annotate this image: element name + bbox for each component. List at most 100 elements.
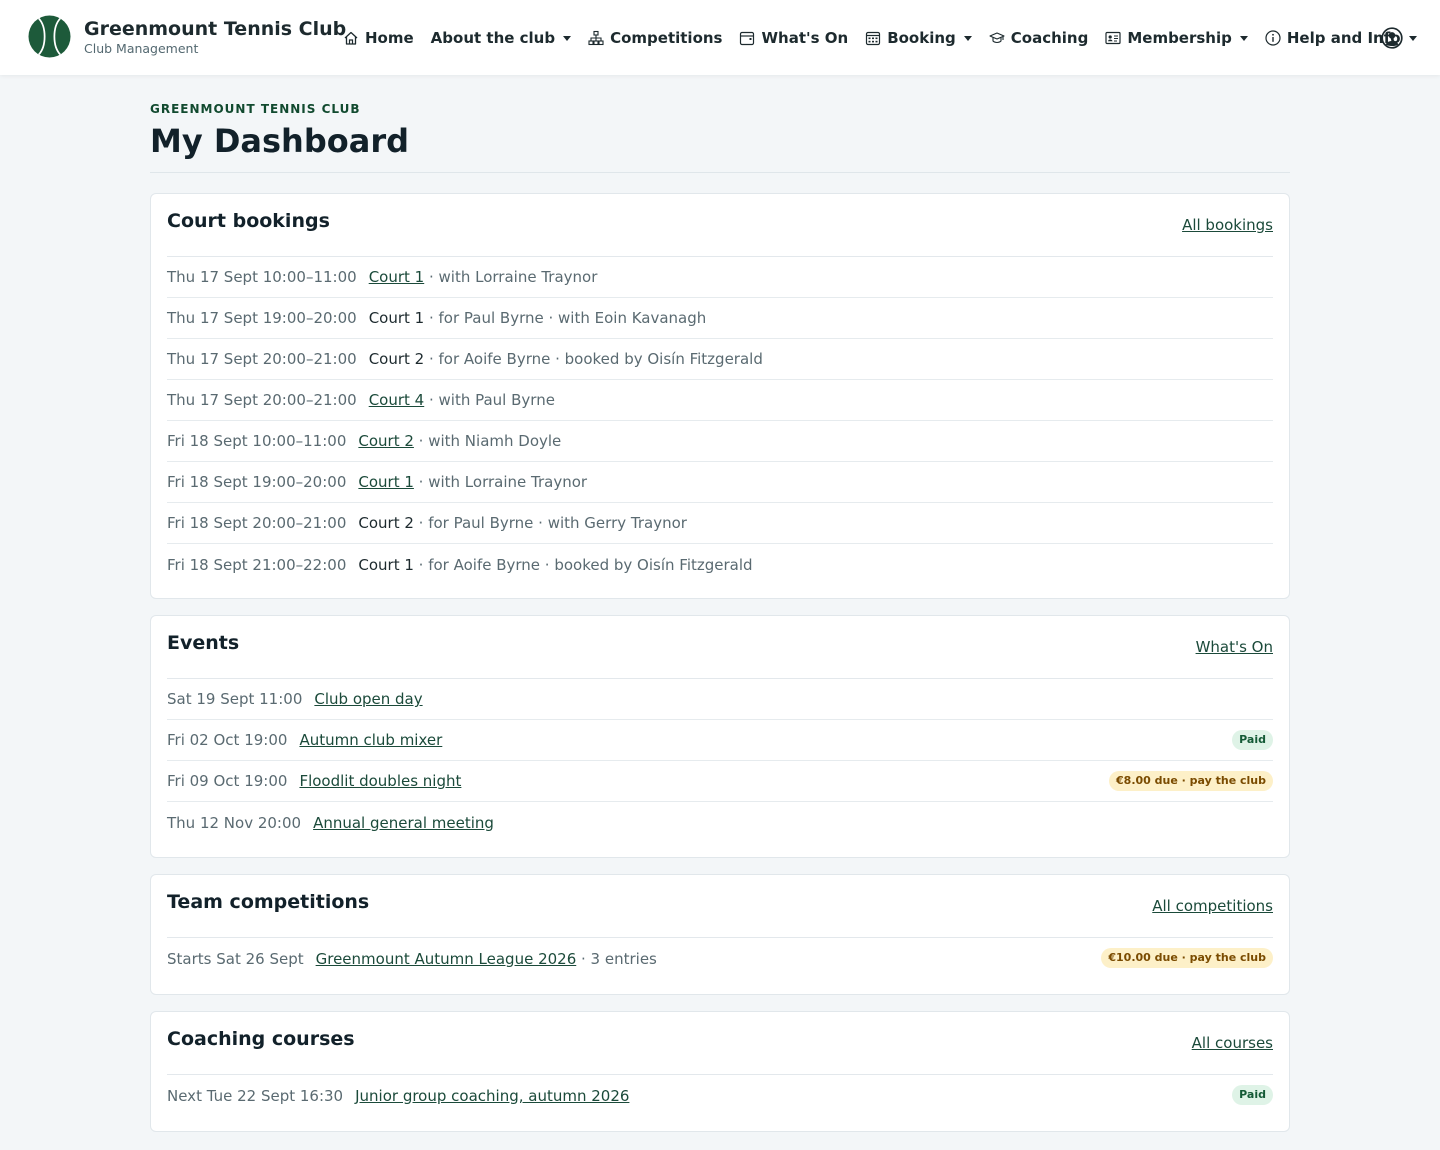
nav-booking-label: Booking xyxy=(887,29,956,47)
all-courses-link[interactable]: All courses xyxy=(1192,1034,1273,1052)
event-link[interactable]: Floodlit doubles night xyxy=(299,772,461,790)
booking-time: Thu 17 Sept 10:00–11:00 xyxy=(167,268,357,286)
competition-row-details: · 3 entries xyxy=(576,949,657,968)
booking-time: Thu 17 Sept 19:00–20:00 xyxy=(167,309,357,327)
court-name: Court 2 xyxy=(368,350,425,368)
caret-down-icon xyxy=(1408,35,1417,41)
home-icon xyxy=(344,31,358,45)
booking-details: · for Paul Byrne · with Gerry Traynor xyxy=(413,514,687,532)
nav-membership-label: Membership xyxy=(1127,29,1232,47)
court-bookings-card: Court bookings All bookings Thu 17 Sept … xyxy=(150,193,1290,599)
info-icon xyxy=(1265,30,1281,46)
events-list: Sat 19 Sept 11:00 Club open day Fri 02 Oct… xyxy=(167,679,1273,843)
booking-time: Fri 18 Sept 19:00–20:00 xyxy=(167,473,347,491)
nav-coaching-label: Coaching xyxy=(1010,29,1089,47)
event-row-time: Fri 02 Oct 19:00 xyxy=(167,731,288,749)
court-link[interactable]: Court 1 xyxy=(369,268,425,286)
booking-time: Thu 17 Sept 20:00–21:00 xyxy=(167,391,357,409)
paid-badge: Paid xyxy=(1232,1085,1273,1105)
title-divider xyxy=(150,172,1290,173)
all-bookings-link[interactable]: All bookings xyxy=(1182,216,1273,234)
nav-membership[interactable]: Membership xyxy=(1105,29,1248,47)
booking-details: · with Paul Byrne xyxy=(424,391,555,409)
event-row-time: Thu 12 Nov 20:00 xyxy=(167,813,302,832)
event-row: Fri 09 Oct 19:00 Floodlit doubles night €8… xyxy=(167,761,1273,802)
event-row-time: Sat 19 Sept 11:00 xyxy=(167,690,303,708)
booking-row: Fri 18 Sept 10:00–11:00 Court 2 · with Ni… xyxy=(167,421,1273,462)
card-title: Court bookings xyxy=(167,210,330,232)
team-competitions-card: Team competitions All competitions Start… xyxy=(150,874,1290,995)
event-link[interactable]: Autumn club mixer xyxy=(299,731,442,749)
competition-row: Starts Sat 26 Sept Greenmount Autumn Leag… xyxy=(167,938,1273,979)
booking-row: Fri 18 Sept 21:00–22:00 Court 1 · for Aoi… xyxy=(167,544,1273,585)
booking-row: Thu 17 Sept 19:00–20:00 Court 1 · for Pau… xyxy=(167,298,1273,339)
all-competitions-link[interactable]: All competitions xyxy=(1152,897,1273,915)
caret-down-icon xyxy=(563,35,572,41)
nav-coaching[interactable]: Coaching xyxy=(989,29,1089,47)
brand-subtitle: Club Management xyxy=(84,40,199,56)
nav-whats-on[interactable]: What's On xyxy=(739,29,848,47)
course-link[interactable]: Junior group coaching, autumn 2026 xyxy=(355,1087,629,1105)
card-title: Coaching courses xyxy=(167,1028,355,1050)
nav-competitions[interactable]: Competitions xyxy=(588,29,722,47)
competition-link[interactable]: Greenmount Autumn League 2026 xyxy=(316,950,577,968)
events-card: Events What's On Sat 19 Sept 11:00 Club o… xyxy=(150,615,1290,858)
booking-time: Fri 18 Sept 20:00–21:00 xyxy=(167,514,347,532)
caret-down-icon xyxy=(1239,35,1248,41)
event-link[interactable]: Annual general meeting xyxy=(313,814,494,832)
event-row: Sat 19 Sept 11:00 Club open day xyxy=(167,679,1273,720)
booking-row: Thu 17 Sept 20:00–21:00 Court 4 · with Pa… xyxy=(167,380,1273,421)
payment-due-badge: €10.00 due · pay the club xyxy=(1101,948,1273,968)
coaching-list: Next Tue 22 Sept 16:30 Junior group coach… xyxy=(167,1075,1273,1116)
tennis-ball-logo-icon xyxy=(28,15,71,58)
course-row: Next Tue 22 Sept 16:30 Junior group coach… xyxy=(167,1075,1273,1116)
booking-details: · with Niamh Doyle xyxy=(413,432,562,450)
card-title: Events xyxy=(167,632,240,654)
paid-badge: Paid xyxy=(1232,730,1273,750)
calendar-grid-icon xyxy=(866,31,881,46)
court-name: Court 2 xyxy=(358,514,414,532)
court-link[interactable]: Court 1 xyxy=(358,473,414,491)
booking-time: Fri 18 Sept 21:00–22:00 xyxy=(167,555,347,574)
court-name: Court 1 xyxy=(358,555,414,574)
booking-time: Fri 18 Sept 10:00–11:00 xyxy=(167,432,347,450)
competitions-list: Starts Sat 26 Sept Greenmount Autumn Leag… xyxy=(167,938,1273,979)
court-name: Court 1 xyxy=(368,309,425,327)
payment-due-badge: €8.00 due · pay the club xyxy=(1109,771,1273,791)
booking-row: Fri 18 Sept 19:00–20:00 Court 1 · with Lo… xyxy=(167,462,1273,503)
booking-row: Thu 17 Sept 20:00–21:00 Court 2 · for Aoi… xyxy=(167,339,1273,380)
brand[interactable]: Greenmount Tennis Club Club Management xyxy=(28,15,346,58)
booking-details: · for Aoife Byrne · booked by Oisín Fitz… xyxy=(424,350,763,368)
nav-competitions-label: Competitions xyxy=(610,29,723,47)
page-kicker: GREENMOUNT TENNIS CLUB xyxy=(150,102,361,116)
booking-details: · for Paul Byrne · with Eoin Kavanagh xyxy=(424,309,707,327)
court-link[interactable]: Court 4 xyxy=(369,391,425,409)
graduation-cap-icon xyxy=(989,32,1005,44)
calendar-icon xyxy=(740,31,755,46)
whats-on-link[interactable]: What's On xyxy=(1196,638,1273,656)
nav-about[interactable]: About the club xyxy=(431,29,572,47)
booking-row: Fri 18 Sept 20:00–21:00 Court 2 · for Pau… xyxy=(167,503,1273,544)
booking-details: · for Aoife Byrne · booked by Oisín Fitz… xyxy=(413,555,753,574)
event-row-time: Fri 09 Oct 19:00 xyxy=(167,772,288,790)
sitemap-icon xyxy=(588,30,604,46)
bookings-list: Thu 17 Sept 10:00–11:00 Court 1 · with Lo… xyxy=(167,257,1273,585)
booking-details: · with Lorraine Traynor xyxy=(413,473,588,491)
booking-time: Thu 17 Sept 20:00–21:00 xyxy=(167,350,357,368)
nav-booking[interactable]: Booking xyxy=(865,29,972,47)
main-nav: Home About the club Competitions What's … xyxy=(343,26,1434,50)
booking-details: · with Lorraine Traynor xyxy=(424,268,598,286)
user-account-icon[interactable] xyxy=(1381,27,1403,49)
booking-row: Thu 17 Sept 10:00–11:00 Court 1 · with Lo… xyxy=(167,257,1273,298)
nav-home[interactable]: Home xyxy=(343,29,414,47)
event-row: Thu 12 Nov 20:00 Annual general meeting xyxy=(167,802,1273,843)
brand-name: Greenmount Tennis Club xyxy=(84,17,347,40)
top-navbar: Greenmount Tennis Club Club Management H… xyxy=(0,0,1440,75)
event-row: Fri 02 Oct 19:00 Autumn club mixer Paid xyxy=(167,720,1273,761)
course-row-time: Next Tue 22 Sept 16:30 xyxy=(167,1086,344,1105)
nav-home-label: Home xyxy=(365,29,414,47)
court-link[interactable]: Court 2 xyxy=(358,432,414,450)
caret-down-icon xyxy=(963,35,972,41)
event-link[interactable]: Club open day xyxy=(314,690,422,708)
competition-row-time: Starts Sat 26 Sept xyxy=(167,949,304,968)
